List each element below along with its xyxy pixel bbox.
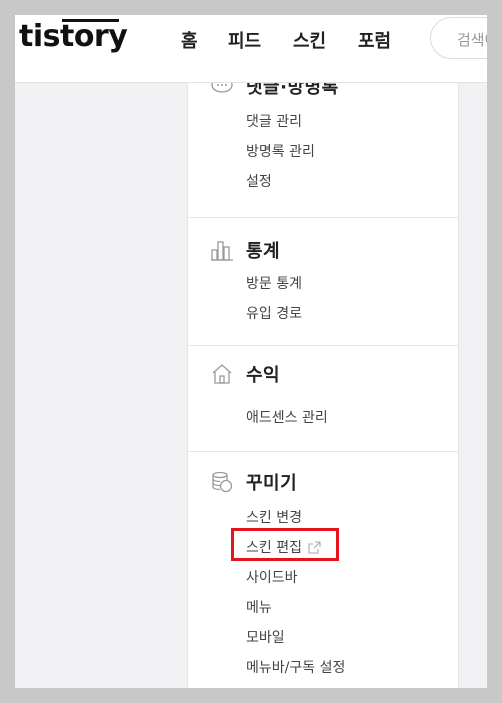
external-link-icon [308, 540, 321, 554]
section-title: 통계 [246, 241, 281, 262]
top-header: tistory 홈 피드 스킨 포럼 검색어 [15, 15, 487, 83]
nav-home[interactable]: 홈 [181, 27, 198, 53]
coins-icon [212, 471, 233, 493]
menu-item-adsense[interactable]: 애드센스 관리 [246, 407, 328, 427]
section-revenue: 수익 애드센스 관리 [188, 345, 458, 452]
section-customize: 꾸미기 스킨 변경 스킨 편집 사이드바 메뉴 모바일 메뉴바/구독 설정 [188, 451, 458, 688]
menu-item-skin-edit[interactable]: 스킨 편집 [246, 537, 321, 557]
menu-item-sidebar[interactable]: 사이드바 [246, 567, 298, 587]
admin-sidebar: 댓글·방명록 댓글 관리 방명록 관리 설정 통계 방문 통계 유입 경로 수익… [187, 15, 459, 688]
tistory-logo[interactable]: tistory [19, 19, 128, 54]
section-title: 수익 [246, 365, 281, 386]
section-title: 꾸미기 [246, 473, 298, 494]
menu-item-comment-manage[interactable]: 댓글 관리 [246, 111, 302, 131]
bar-chart-icon [211, 241, 233, 261]
home-icon [212, 364, 232, 384]
menu-item-label: 스킨 편집 [246, 540, 302, 556]
menu-item-guestbook-manage[interactable]: 방명록 관리 [246, 141, 315, 161]
section-customize-header[interactable]: 꾸미기 [210, 469, 297, 495]
nav-forum[interactable]: 포럼 [358, 27, 391, 53]
menu-item-visit-stats[interactable]: 방문 통계 [246, 273, 302, 293]
section-stats-header[interactable]: 통계 [210, 237, 280, 263]
left-background [15, 15, 187, 688]
menu-item-mobile[interactable]: 모바일 [246, 627, 285, 647]
search-placeholder: 검색어 [457, 31, 487, 49]
section-stats: 통계 방문 통계 유입 경로 [188, 217, 458, 346]
nav-feed[interactable]: 피드 [228, 27, 261, 53]
menu-item-comment-settings[interactable]: 설정 [246, 171, 272, 191]
menu-item-referrer[interactable]: 유입 경로 [246, 303, 302, 323]
page: 댓글·방명록 댓글 관리 방명록 관리 설정 통계 방문 통계 유입 경로 수익… [15, 15, 487, 688]
section-revenue-header[interactable]: 수익 [210, 361, 280, 387]
menu-item-menu[interactable]: 메뉴 [246, 597, 272, 617]
nav-skin[interactable]: 스킨 [293, 27, 326, 53]
search-input[interactable]: 검색어 [430, 17, 487, 59]
menu-item-menubar-subscribe[interactable]: 메뉴바/구독 설정 [246, 657, 345, 677]
menu-item-skin-change[interactable]: 스킨 변경 [246, 507, 302, 527]
